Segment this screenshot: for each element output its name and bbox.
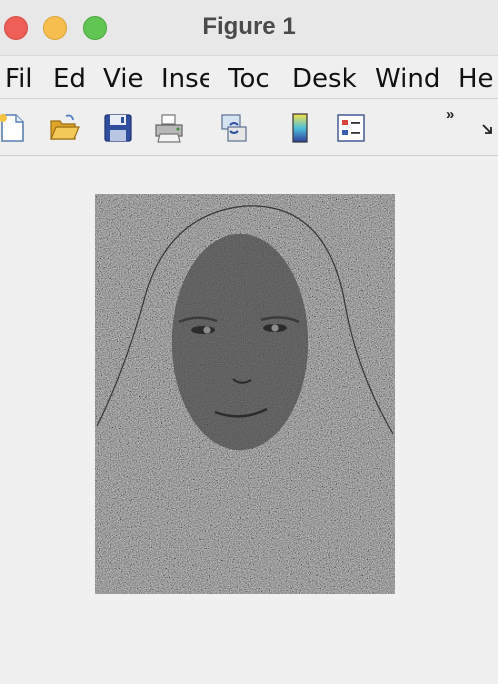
legend-icon[interactable] — [335, 112, 367, 144]
colorbar-icon[interactable] — [284, 112, 316, 144]
menu-view[interactable]: Vie — [103, 63, 145, 95]
open-folder-icon[interactable] — [48, 112, 80, 144]
toolbar-overflow-chevron-icon[interactable]: » — [446, 106, 454, 123]
menu-window[interactable]: Wind — [375, 63, 445, 95]
menu-desktop[interactable]: Desk — [292, 63, 360, 95]
menu-help[interactable]: He — [458, 63, 498, 95]
menu-edit[interactable]: Ed — [53, 63, 89, 95]
figure-canvas — [0, 157, 498, 684]
toolbar-arrow-icon[interactable] — [481, 122, 495, 136]
menu-tools[interactable]: Toc — [228, 63, 274, 95]
new-figure-icon[interactable] — [0, 112, 28, 144]
menu-insert[interactable]: Inse — [161, 63, 209, 95]
figure-toolbar: » — [0, 100, 498, 156]
link-plot-icon[interactable] — [218, 112, 250, 144]
window-titlebar: Figure 1 — [0, 0, 498, 56]
noisy-face-image[interactable] — [95, 194, 395, 594]
menu-file[interactable]: Fil — [5, 63, 41, 95]
window-title: Figure 1 — [202, 13, 296, 40]
print-icon[interactable] — [153, 112, 185, 144]
menu-bar: Fil Ed Vie Inse Toc Desk Wind He — [0, 57, 498, 99]
save-icon[interactable] — [102, 112, 134, 144]
